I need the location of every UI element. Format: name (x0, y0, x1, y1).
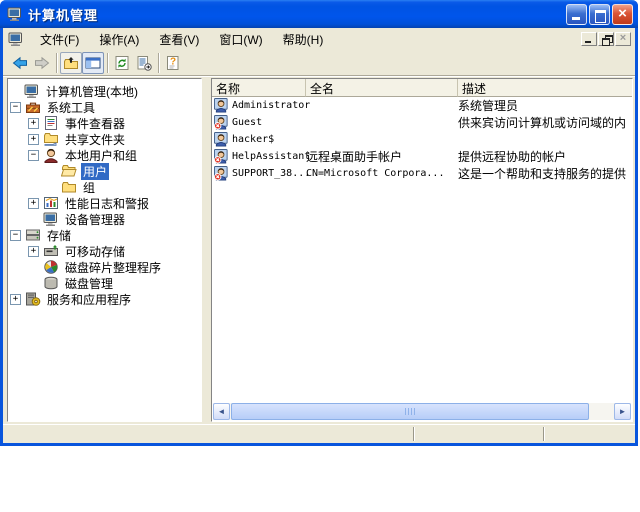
mdi-minimize-button[interactable] (581, 32, 597, 46)
list-row-administrator[interactable]: Administrator 系统管理员 (212, 97, 632, 114)
local-users-and-groups-icon (44, 148, 58, 163)
forward-button[interactable] (31, 52, 53, 74)
expand-expander-icon[interactable] (10, 293, 21, 305)
console-tree-panel-icon (85, 57, 101, 68)
tree-item-computer-management[interactable]: 计算机管理(本地) (8, 83, 201, 99)
folder-icon (62, 182, 76, 193)
collapse-expander-icon[interactable] (10, 229, 21, 241)
mdi-close-button[interactable]: × (615, 32, 631, 46)
computer-management-window: 计算机管理 × 文件(F) 操作(A) 查看(V) 窗口(W) 帮助(H) × (0, 0, 638, 446)
event-viewer-icon (45, 116, 57, 130)
computer-icon (24, 84, 38, 99)
status-bar (3, 424, 635, 443)
up-folder-icon (64, 56, 78, 69)
list-row-guest[interactable]: Guest 供来宾访问计算机或访问域的内 (212, 114, 632, 131)
user-icon (214, 132, 228, 147)
menu-file[interactable]: 文件(F) (30, 29, 89, 50)
services-and-applications-icon (26, 292, 41, 306)
back-button[interactable] (9, 52, 31, 74)
console-window-icon[interactable] (8, 31, 24, 47)
maximize-button[interactable] (589, 4, 610, 25)
user-disabled-icon (214, 115, 228, 130)
tree-item-local-users-and-groups[interactable]: 本地用户和组 (8, 147, 201, 163)
removable-storage-icon (44, 245, 58, 256)
toolbar: ? (3, 50, 635, 76)
device-manager-icon (43, 212, 57, 227)
system-tools-icon (26, 102, 40, 113)
tree-item-removable-storage[interactable]: 可移动存储 (8, 243, 201, 259)
status-bar-separator (543, 427, 545, 441)
disk-defragmenter-icon (44, 260, 58, 274)
export-list-icon (137, 55, 152, 71)
column-header-name[interactable]: 名称 (212, 79, 306, 97)
list-row-helpassistant[interactable]: HelpAssistant 远程桌面助手帐户 提供远程协助的帐户 (212, 148, 632, 165)
help-icon: ? (167, 55, 179, 70)
list-header: 名称 全名 描述 (212, 79, 632, 97)
close-button[interactable]: × (612, 4, 633, 25)
expand-expander-icon[interactable] (28, 117, 39, 129)
refresh-button[interactable] (111, 52, 133, 74)
status-bar-separator (413, 427, 415, 441)
menu-action[interactable]: 操作(A) (89, 29, 149, 50)
menu-help[interactable]: 帮助(H) (273, 29, 334, 50)
menu-window[interactable]: 窗口(W) (209, 29, 272, 50)
toolbar-separator (56, 52, 57, 73)
minimize-button[interactable] (566, 4, 587, 25)
performance-logs-icon (44, 197, 58, 209)
scroll-right-button[interactable] (614, 403, 631, 420)
expand-expander-icon[interactable] (28, 197, 39, 209)
expand-expander-icon[interactable] (28, 245, 39, 257)
selected-tree-label: 用户 (81, 162, 110, 180)
disk-management-icon (44, 276, 58, 290)
collapse-expander-icon[interactable] (28, 149, 39, 161)
up-one-level-button[interactable] (60, 51, 82, 74)
tree-item-storage[interactable]: 存储 (8, 227, 201, 243)
horizontal-scrollbar[interactable] (213, 403, 631, 420)
scrollbar-thumb[interactable] (231, 403, 589, 420)
show-hide-console-tree-button[interactable] (82, 51, 104, 74)
list-row-hacker[interactable]: hacker$ (212, 131, 632, 148)
back-icon (12, 56, 27, 69)
toolbar-separator (158, 52, 159, 73)
computer-icon (7, 7, 21, 22)
user-icon (214, 98, 228, 113)
mdi-restore-button[interactable] (598, 32, 614, 46)
tree-item-system-tools[interactable]: 系统工具 (8, 99, 201, 115)
storage-icon (26, 229, 40, 241)
shared-folders-icon (44, 133, 58, 146)
titlebar: 计算机管理 × (0, 0, 638, 28)
menubar: 文件(F) 操作(A) 查看(V) 窗口(W) 帮助(H) × (3, 28, 635, 50)
forward-icon (35, 56, 50, 69)
user-disabled-icon (214, 166, 228, 181)
tree-item-users[interactable]: 用户 (8, 162, 201, 180)
export-list-button[interactable] (133, 52, 155, 74)
refresh-icon (115, 55, 129, 70)
column-header-description[interactable]: 描述 (458, 79, 632, 97)
tree-item-performance-logs[interactable]: 性能日志和警报 (8, 195, 201, 211)
tree-item-groups[interactable]: 组 (8, 179, 201, 195)
open-folder-icon (61, 165, 77, 177)
tree-item-disk-management[interactable]: 磁盘管理 (8, 275, 201, 291)
scroll-left-button[interactable] (213, 403, 230, 420)
svg-text:?: ? (170, 56, 176, 67)
tree-item-services-and-applications[interactable]: 服务和应用程序 (8, 291, 201, 307)
expand-expander-icon[interactable] (28, 133, 39, 145)
user-disabled-icon (214, 149, 228, 164)
menu-view[interactable]: 查看(V) (149, 29, 209, 50)
tree-item-event-viewer[interactable]: 事件查看器 (8, 115, 201, 131)
user-list-panel: 名称 全名 描述 Administrator 系统管理员 Guest 供来宾访问… (211, 78, 633, 422)
column-header-full-name[interactable]: 全名 (306, 79, 458, 97)
tree-item-shared-folders[interactable]: 共享文件夹 (8, 131, 201, 147)
console-tree-panel: 计算机管理(本地) 系统工具 事件查看器 共享文件夹 (7, 78, 202, 422)
help-button[interactable]: ? (162, 52, 184, 74)
window-title: 计算机管理 (28, 8, 99, 23)
tree-item-disk-defragmenter[interactable]: 磁盘碎片整理程序 (8, 259, 201, 275)
collapse-expander-icon[interactable] (10, 101, 21, 113)
list-row-support[interactable]: SUPPORT_38... CN=Microsoft Corpora... 这是… (212, 165, 632, 182)
tree-item-device-manager[interactable]: 设备管理器 (8, 211, 201, 227)
toolbar-separator (107, 52, 108, 73)
